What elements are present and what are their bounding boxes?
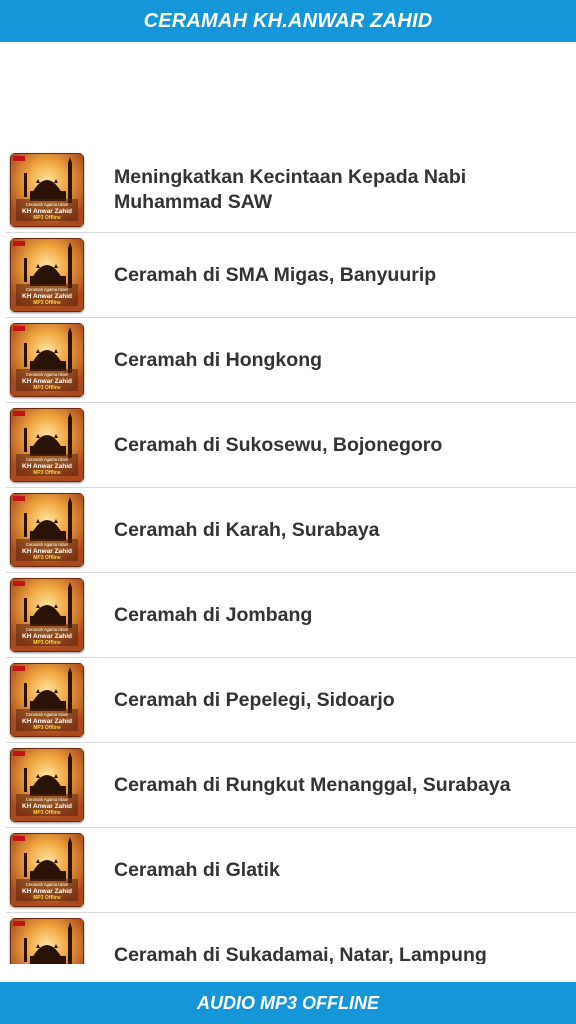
svg-text:Ceramah Agama Islam: Ceramah Agama Islam <box>26 202 69 207</box>
lecture-list[interactable]: Ceramah Agama Islam KH Anwar Zahid MP3 Off… <box>0 148 576 964</box>
list-item[interactable]: Ceramah Agama IslamKH Anwar ZahidMP3 Off… <box>6 148 576 233</box>
svg-text:KH Anwar Zahid: KH Anwar Zahid <box>22 633 72 640</box>
footer-banner[interactable]: AUDIO MP3 OFFLINE <box>0 982 576 1024</box>
mosque-app-icon: Ceramah Agama IslamKH Anwar ZahidMP3 Off… <box>10 918 84 964</box>
svg-text:KH Anwar Zahid: KH Anwar Zahid <box>22 718 72 725</box>
svg-text:KH Anwar Zahid: KH Anwar Zahid <box>22 293 72 300</box>
list-item[interactable]: Ceramah Agama IslamKH Anwar ZahidMP3 Off… <box>6 488 576 573</box>
list-item[interactable]: Ceramah Agama IslamKH Anwar ZahidMP3 Off… <box>6 233 576 318</box>
svg-text:KH Anwar Zahid: KH Anwar Zahid <box>22 548 72 555</box>
list-item-title: Ceramah di Jombang <box>114 603 313 626</box>
list-item-title: Ceramah di Sukosewu, Bojonegoro <box>114 433 443 456</box>
svg-text:MP3 Offline: MP3 Offline <box>33 385 61 391</box>
list-item-title: Ceramah di Pepelegi, Sidoarjo <box>114 688 395 711</box>
mosque-app-icon: Ceramah Agama IslamKH Anwar ZahidMP3 Off… <box>10 578 84 652</box>
mosque-app-icon: Ceramah Agama IslamKH Anwar ZahidMP3 Off… <box>10 748 84 822</box>
svg-text:Ceramah Agama Islam: Ceramah Agama Islam <box>26 372 69 377</box>
svg-text:KH Anwar Zahid: KH Anwar Zahid <box>22 888 72 895</box>
app-title-bar: CERAMAH KH.ANWAR ZAHID <box>0 0 576 42</box>
svg-text:KH Anwar Zahid: KH Anwar Zahid <box>22 803 72 810</box>
svg-text:Ceramah Agama Islam: Ceramah Agama Islam <box>26 627 69 632</box>
svg-text:Ceramah Agama Islam: Ceramah Agama Islam <box>26 882 69 887</box>
mosque-app-icon: Ceramah Agama IslamKH Anwar ZahidMP3 Off… <box>10 663 84 737</box>
svg-text:KH Anwar Zahid: KH Anwar Zahid <box>22 463 72 470</box>
svg-text:Ceramah Agama Islam: Ceramah Agama Islam <box>26 542 69 547</box>
list-item-title: Ceramah di Karah, Surabaya <box>114 518 380 541</box>
svg-text:MP3 Offline: MP3 Offline <box>33 470 61 476</box>
svg-text:MP3 Offline: MP3 Offline <box>33 555 61 561</box>
list-item[interactable]: Ceramah Agama IslamKH Anwar ZahidMP3 Off… <box>6 828 576 913</box>
list-item-title: Ceramah di SMA Migas, Banyuurip <box>114 263 437 286</box>
footer-label: AUDIO MP3 OFFLINE <box>196 992 379 1013</box>
svg-text:MP3 Offline: MP3 Offline <box>33 300 61 306</box>
svg-text:KH Anwar Zahid: KH Anwar Zahid <box>22 208 72 215</box>
list-item-title: Meningkatkan Kecintaan Kepada Nabi Muham… <box>114 166 467 213</box>
svg-text:MP3 Offline: MP3 Offline <box>33 810 61 816</box>
mosque-app-icon: Ceramah Agama IslamKH Anwar ZahidMP3 Off… <box>10 238 84 312</box>
list-item[interactable]: Ceramah Agama IslamKH Anwar ZahidMP3 Off… <box>6 913 576 964</box>
list-item[interactable]: Ceramah Agama IslamKH Anwar ZahidMP3 Off… <box>6 743 576 828</box>
list-item-title: Ceramah di Sukadamai, Natar, Lampung <box>114 943 487 965</box>
svg-text:MP3 Offline: MP3 Offline <box>33 640 61 646</box>
svg-text:KH Anwar Zahid: KH Anwar Zahid <box>22 378 72 385</box>
list-item-title: Ceramah di Rungkut Menanggal, Surabaya <box>114 773 511 796</box>
svg-text:Ceramah Agama Islam: Ceramah Agama Islam <box>26 457 69 462</box>
svg-text:Ceramah Agama Islam: Ceramah Agama Islam <box>26 797 69 802</box>
svg-text:Ceramah Agama Islam: Ceramah Agama Islam <box>26 712 69 717</box>
mosque-app-icon: Ceramah Agama IslamKH Anwar ZahidMP3 Off… <box>10 493 84 567</box>
list-item-title: Ceramah di Hongkong <box>114 348 323 371</box>
svg-text:MP3 Offline: MP3 Offline <box>33 725 61 731</box>
list-item[interactable]: Ceramah Agama IslamKH Anwar ZahidMP3 Off… <box>6 658 576 743</box>
list-item-title: Ceramah di Glatik <box>114 858 280 881</box>
mosque-app-icon: Ceramah Agama IslamKH Anwar ZahidMP3 Off… <box>10 833 84 907</box>
list-item[interactable]: Ceramah Agama IslamKH Anwar ZahidMP3 Off… <box>6 403 576 488</box>
svg-text:MP3 Offline: MP3 Offline <box>33 215 61 221</box>
svg-text:MP3 Offline: MP3 Offline <box>33 895 61 901</box>
app-title: CERAMAH KH.ANWAR ZAHID <box>143 9 433 32</box>
mosque-app-icon: Ceramah Agama IslamKH Anwar ZahidMP3 Off… <box>10 153 84 227</box>
mosque-app-icon: Ceramah Agama IslamKH Anwar ZahidMP3 Off… <box>10 408 84 482</box>
svg-text:Ceramah Agama Islam: Ceramah Agama Islam <box>26 287 69 292</box>
list-item[interactable]: Ceramah Agama IslamKH Anwar ZahidMP3 Off… <box>6 318 576 403</box>
mosque-app-icon: Ceramah Agama IslamKH Anwar ZahidMP3 Off… <box>10 323 84 397</box>
list-item[interactable]: Ceramah Agama IslamKH Anwar ZahidMP3 Off… <box>6 573 576 658</box>
